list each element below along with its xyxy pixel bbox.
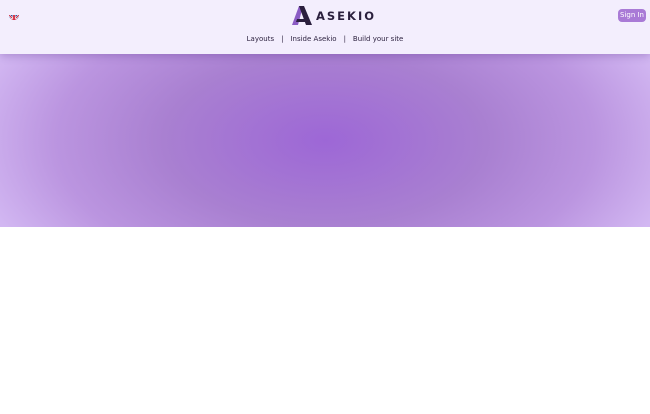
sign-in-button[interactable]: Sign In <box>618 9 646 22</box>
logo-text: ASEKIO <box>316 8 377 23</box>
uk-flag-icon[interactable] <box>9 10 19 20</box>
nav-item-build-your-site[interactable]: Build your site <box>353 35 403 43</box>
nav-separator: | <box>281 35 284 43</box>
main-nav: Layouts | Inside Asekio | Build your sit… <box>0 34 650 44</box>
logo-mark-icon <box>292 6 312 25</box>
site-header: ASEKIO Sign In Layouts | Inside Asekio |… <box>0 0 650 54</box>
nav-item-inside-asekio[interactable]: Inside Asekio <box>290 35 336 43</box>
nav-item-layouts[interactable]: Layouts <box>247 35 274 43</box>
page-content <box>0 227 650 414</box>
logo[interactable]: ASEKIO <box>292 6 376 25</box>
nav-separator: | <box>343 35 346 43</box>
hero-banner <box>0 54 650 227</box>
